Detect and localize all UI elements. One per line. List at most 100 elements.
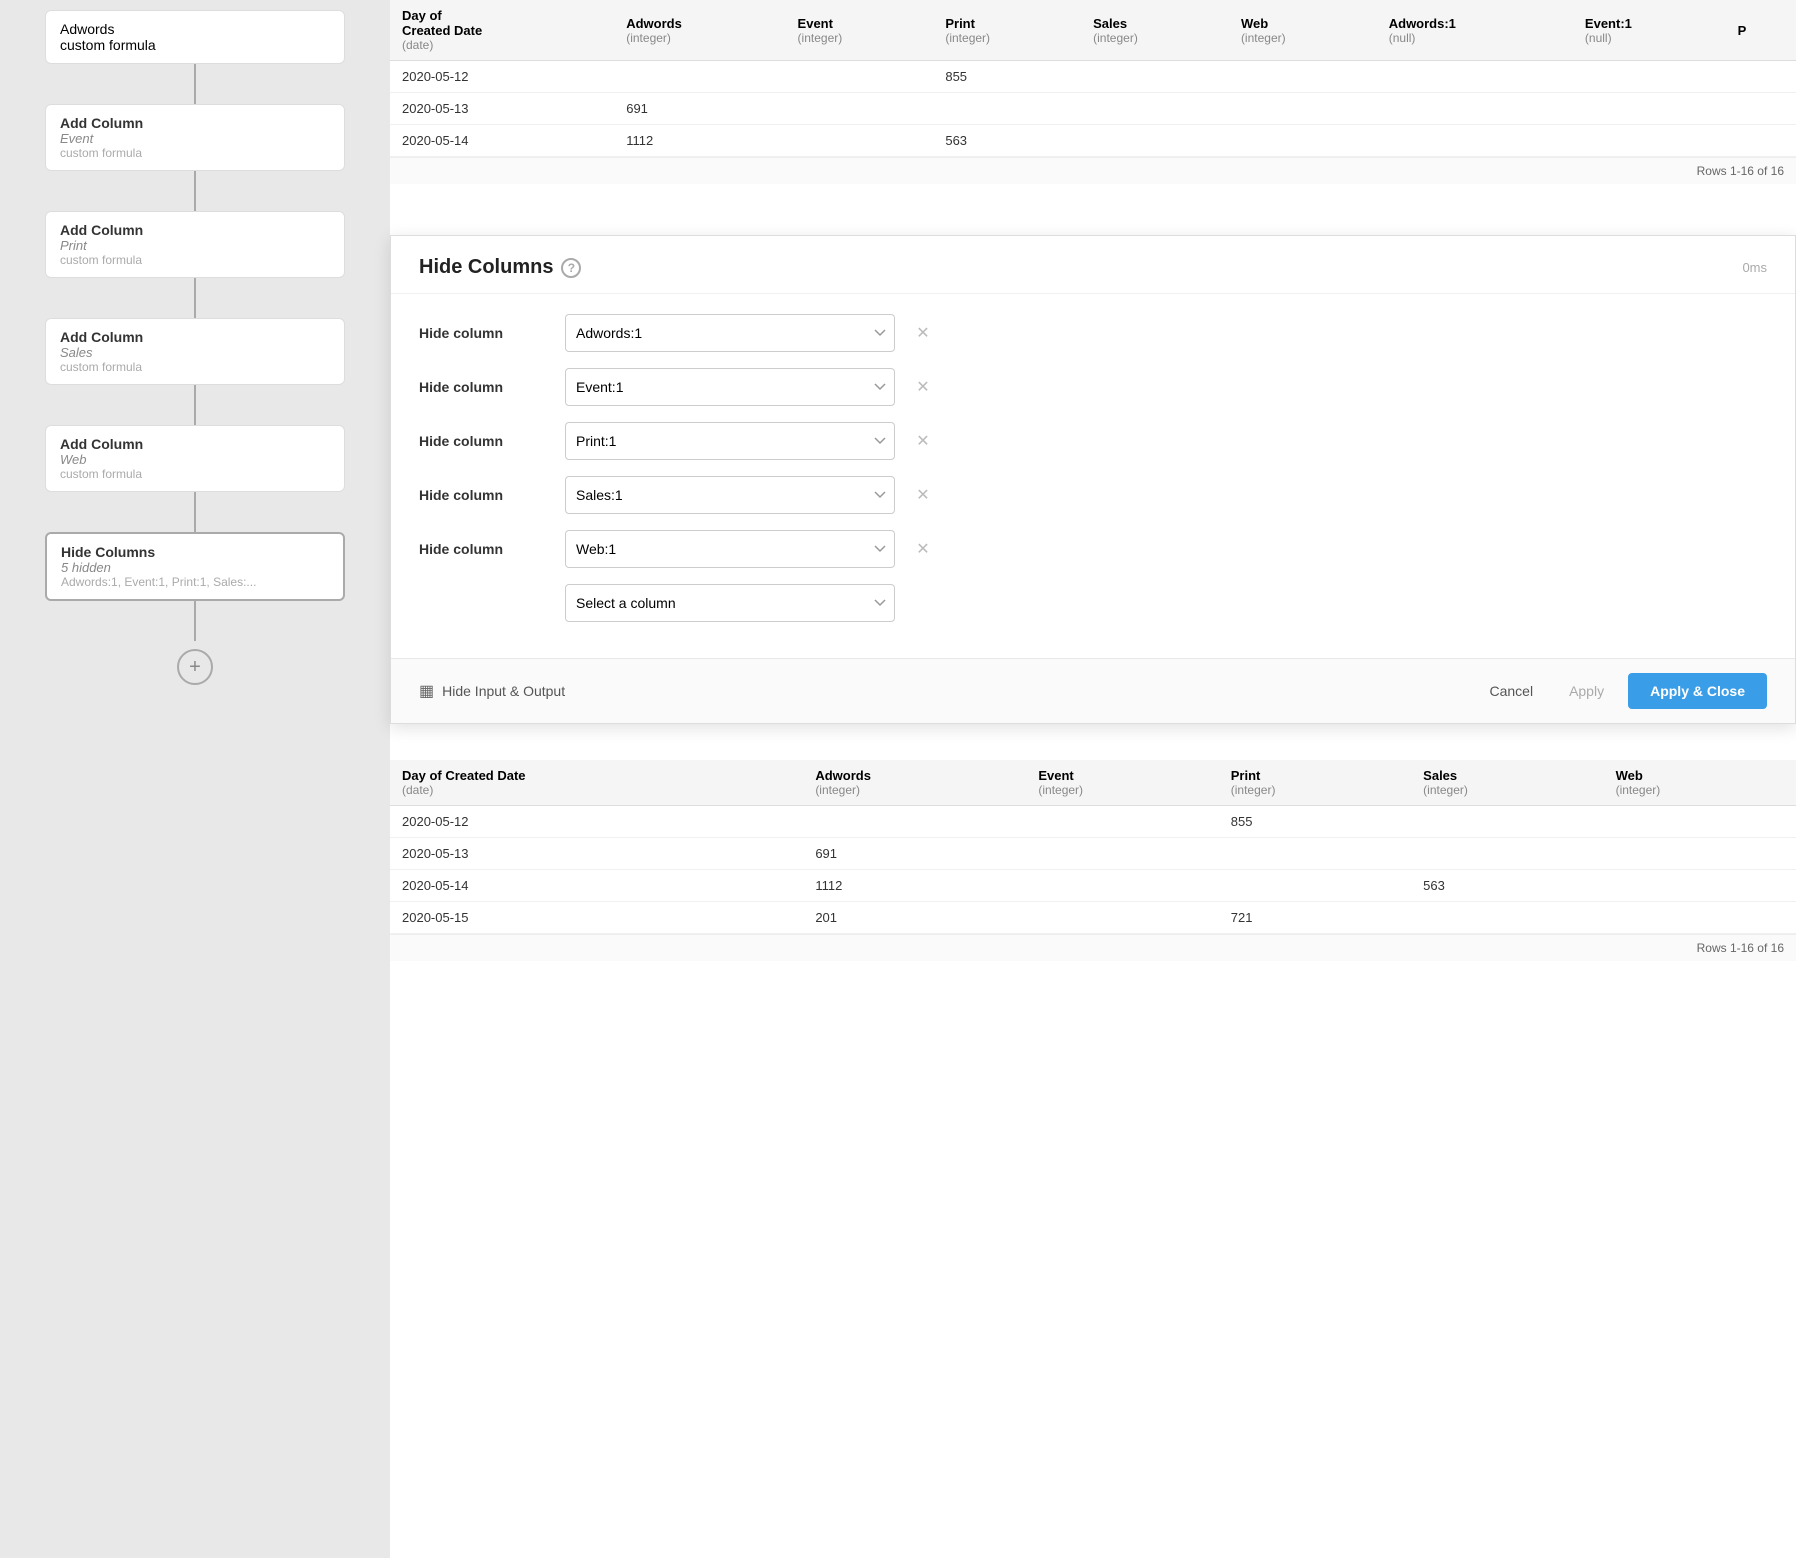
- cell: 563: [933, 125, 1081, 157]
- cell: 2020-05-14: [390, 870, 803, 902]
- pipeline-node-sales[interactable]: Add Column Sales custom formula: [45, 318, 345, 385]
- cell: [1219, 838, 1411, 870]
- cell: [1604, 870, 1796, 902]
- cell: 855: [1219, 806, 1411, 838]
- cell: 1112: [803, 870, 1026, 902]
- node-type: custom formula: [60, 467, 330, 481]
- apply-button[interactable]: Apply: [1557, 675, 1616, 707]
- col-header-adwords: Adwords (integer): [614, 0, 785, 61]
- cell: 721: [1219, 902, 1411, 934]
- bot-col-header-web: Web (integer): [1604, 760, 1796, 806]
- pipeline-node-event[interactable]: Add Column Event custom formula: [45, 104, 345, 171]
- add-node-button[interactable]: +: [177, 649, 213, 685]
- table-icon: ▦: [419, 681, 434, 701]
- remove-button-2[interactable]: ✕: [911, 375, 935, 399]
- table-row: 2020-05-13 691: [390, 93, 1796, 125]
- pipeline-node-web[interactable]: Add Column Web custom formula: [45, 425, 345, 492]
- bot-col-header-date: Day of Created Date (date): [390, 760, 803, 806]
- column-select-4[interactable]: Sales:1: [565, 476, 895, 514]
- table-row: 2020-05-12 855: [390, 61, 1796, 93]
- column-select-3[interactable]: Print:1: [565, 422, 895, 460]
- node-type: custom formula: [60, 253, 330, 267]
- node-subtitle: Event: [60, 131, 330, 146]
- cell: [1229, 125, 1377, 157]
- cell: 2020-05-13: [390, 93, 614, 125]
- pipeline-connector: [194, 278, 196, 318]
- col-header-event1: Event:1 (null): [1573, 0, 1726, 61]
- col-type-adwords1: (null): [1389, 31, 1561, 45]
- top-table-rows-label: Rows 1-16 of 16: [390, 157, 1796, 184]
- bot-col-header-sales: Sales (integer): [1411, 760, 1603, 806]
- table-row: 2020-05-15 201 721: [390, 902, 1796, 934]
- cell: [1411, 902, 1603, 934]
- cell: [1604, 902, 1796, 934]
- footer-left: ▦ Hide Input & Output: [419, 681, 565, 701]
- cell: [933, 93, 1081, 125]
- col-header-web: Web (integer): [1229, 0, 1377, 61]
- remove-button-1[interactable]: ✕: [911, 321, 935, 345]
- cell: [614, 61, 785, 93]
- cell: [786, 93, 934, 125]
- pipeline-node-print[interactable]: Add Column Print custom formula: [45, 211, 345, 278]
- bottom-table: Day of Created Date (date) Adwords (inte…: [390, 760, 1796, 934]
- cell: [803, 806, 1026, 838]
- node-subtitle: 5 hidden: [61, 560, 329, 575]
- content-area: Day ofCreated Date (date) Adwords (integ…: [390, 0, 1796, 1558]
- col-type-date: (date): [402, 38, 602, 52]
- cell: [1573, 61, 1726, 93]
- col-header-print: Print (integer): [933, 0, 1081, 61]
- apply-close-button[interactable]: Apply & Close: [1628, 673, 1767, 709]
- col-header-p: P: [1726, 0, 1796, 61]
- cell: 2020-05-12: [390, 61, 614, 93]
- cell: [1377, 61, 1573, 93]
- pipeline-connector: [194, 385, 196, 425]
- hide-row-empty: Select a column: [419, 584, 1767, 622]
- pipeline-node-hide-columns[interactable]: Hide Columns 5 hidden Adwords:1, Event:1…: [45, 532, 345, 601]
- cell: [1573, 93, 1726, 125]
- cell: [1219, 870, 1411, 902]
- cell: [1604, 838, 1796, 870]
- column-select-5[interactable]: Web:1: [565, 530, 895, 568]
- cell: 1112: [614, 125, 785, 157]
- bot-col-type-web: (integer): [1616, 783, 1784, 797]
- cancel-button[interactable]: Cancel: [1477, 675, 1545, 707]
- dialog-footer: ▦ Hide Input & Output Cancel Apply Apply…: [391, 658, 1795, 723]
- dialog-ms-label: 0ms: [1742, 260, 1767, 275]
- remove-button-5[interactable]: ✕: [911, 537, 935, 561]
- column-select-1[interactable]: Adwords:1: [565, 314, 895, 352]
- bot-col-type-date: (date): [402, 783, 791, 797]
- col-type-sales: (integer): [1093, 31, 1217, 45]
- bottom-table-rows-label: Rows 1-16 of 16: [390, 934, 1796, 961]
- node-title: Adwords: [60, 21, 330, 37]
- col-type-adwords: (integer): [626, 31, 773, 45]
- cell: [786, 61, 934, 93]
- node-title: Hide Columns: [61, 544, 329, 560]
- cell: [1726, 125, 1796, 157]
- col-header-event: Event (integer): [786, 0, 934, 61]
- table-row: 2020-05-12 855: [390, 806, 1796, 838]
- node-type: custom formula: [60, 360, 330, 374]
- bot-col-type-sales: (integer): [1423, 783, 1591, 797]
- remove-button-3[interactable]: ✕: [911, 429, 935, 453]
- pipeline-node-adwords-partial[interactable]: Adwords custom formula: [45, 10, 345, 64]
- top-table-container: Day ofCreated Date (date) Adwords (integ…: [390, 0, 1796, 240]
- cell: [1229, 93, 1377, 125]
- help-icon[interactable]: ?: [561, 258, 581, 278]
- hide-label-5: Hide column: [419, 541, 549, 557]
- remove-button-4[interactable]: ✕: [911, 483, 935, 507]
- top-table: Day ofCreated Date (date) Adwords (integ…: [390, 0, 1796, 157]
- col-type-print: (integer): [945, 31, 1069, 45]
- cell: 2020-05-12: [390, 806, 803, 838]
- column-select-2[interactable]: Event:1: [565, 368, 895, 406]
- bot-col-type-print: (integer): [1231, 783, 1399, 797]
- hide-row-5: Hide column Web:1 ✕: [419, 530, 1767, 568]
- dialog-header: Hide Columns ? 0ms: [391, 236, 1795, 294]
- column-select-empty[interactable]: Select a column: [565, 584, 895, 622]
- cell: [1081, 125, 1229, 157]
- bottom-table-container: Day of Created Date (date) Adwords (inte…: [390, 760, 1796, 1558]
- node-type: custom formula: [60, 146, 330, 160]
- dialog-title-text: Hide Columns: [419, 256, 553, 279]
- cell: [1726, 93, 1796, 125]
- pipeline-connector: [194, 64, 196, 104]
- col-header-sales: Sales (integer): [1081, 0, 1229, 61]
